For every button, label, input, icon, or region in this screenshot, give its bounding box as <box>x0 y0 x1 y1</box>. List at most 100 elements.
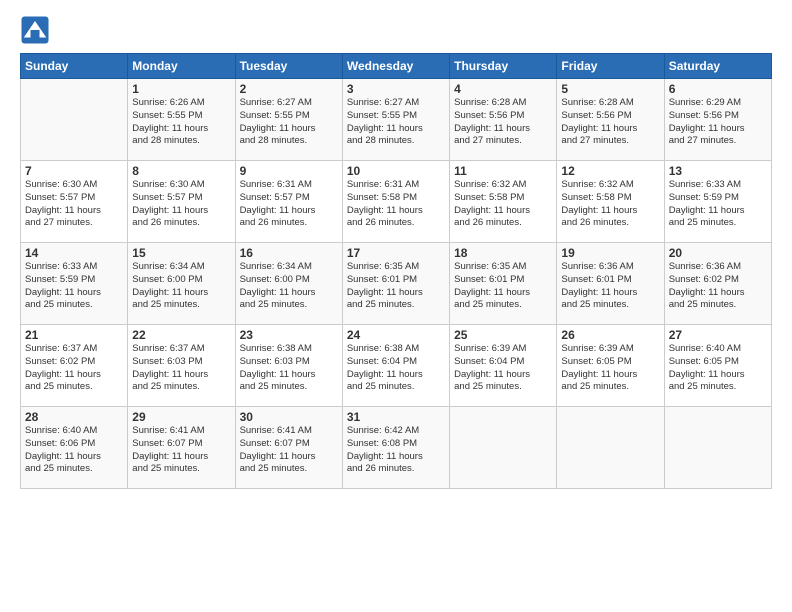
day-info: Sunrise: 6:28 AM Sunset: 5:56 PM Dayligh… <box>561 97 659 148</box>
header-cell-tuesday: Tuesday <box>235 54 342 79</box>
day-number: 30 <box>240 410 338 424</box>
day-info: Sunrise: 6:27 AM Sunset: 5:55 PM Dayligh… <box>347 97 445 148</box>
day-cell: 26Sunrise: 6:39 AM Sunset: 6:05 PM Dayli… <box>557 325 664 407</box>
day-info: Sunrise: 6:38 AM Sunset: 6:03 PM Dayligh… <box>240 343 338 394</box>
day-number: 16 <box>240 246 338 260</box>
day-cell: 11Sunrise: 6:32 AM Sunset: 5:58 PM Dayli… <box>450 161 557 243</box>
day-info: Sunrise: 6:34 AM Sunset: 6:00 PM Dayligh… <box>132 261 230 312</box>
header-cell-thursday: Thursday <box>450 54 557 79</box>
day-cell: 1Sunrise: 6:26 AM Sunset: 5:55 PM Daylig… <box>128 79 235 161</box>
day-info: Sunrise: 6:40 AM Sunset: 6:06 PM Dayligh… <box>25 425 123 476</box>
day-cell: 22Sunrise: 6:37 AM Sunset: 6:03 PM Dayli… <box>128 325 235 407</box>
header-cell-sunday: Sunday <box>21 54 128 79</box>
day-cell: 12Sunrise: 6:32 AM Sunset: 5:58 PM Dayli… <box>557 161 664 243</box>
day-info: Sunrise: 6:35 AM Sunset: 6:01 PM Dayligh… <box>347 261 445 312</box>
day-cell: 2Sunrise: 6:27 AM Sunset: 5:55 PM Daylig… <box>235 79 342 161</box>
week-row-0: 1Sunrise: 6:26 AM Sunset: 5:55 PM Daylig… <box>21 79 772 161</box>
day-cell: 25Sunrise: 6:39 AM Sunset: 6:04 PM Dayli… <box>450 325 557 407</box>
day-cell: 28Sunrise: 6:40 AM Sunset: 6:06 PM Dayli… <box>21 407 128 489</box>
day-number: 28 <box>25 410 123 424</box>
day-number: 2 <box>240 82 338 96</box>
day-info: Sunrise: 6:37 AM Sunset: 6:02 PM Dayligh… <box>25 343 123 394</box>
day-cell: 27Sunrise: 6:40 AM Sunset: 6:05 PM Dayli… <box>664 325 771 407</box>
day-number: 4 <box>454 82 552 96</box>
day-cell: 23Sunrise: 6:38 AM Sunset: 6:03 PM Dayli… <box>235 325 342 407</box>
day-cell: 31Sunrise: 6:42 AM Sunset: 6:08 PM Dayli… <box>342 407 449 489</box>
week-row-3: 21Sunrise: 6:37 AM Sunset: 6:02 PM Dayli… <box>21 325 772 407</box>
day-info: Sunrise: 6:27 AM Sunset: 5:55 PM Dayligh… <box>240 97 338 148</box>
day-number: 13 <box>669 164 767 178</box>
day-number: 1 <box>132 82 230 96</box>
day-info: Sunrise: 6:41 AM Sunset: 6:07 PM Dayligh… <box>240 425 338 476</box>
day-info: Sunrise: 6:39 AM Sunset: 6:05 PM Dayligh… <box>561 343 659 394</box>
day-info: Sunrise: 6:29 AM Sunset: 5:56 PM Dayligh… <box>669 97 767 148</box>
day-cell <box>664 407 771 489</box>
day-number: 24 <box>347 328 445 342</box>
logo <box>20 15 54 45</box>
day-number: 18 <box>454 246 552 260</box>
day-cell: 5Sunrise: 6:28 AM Sunset: 5:56 PM Daylig… <box>557 79 664 161</box>
day-info: Sunrise: 6:32 AM Sunset: 5:58 PM Dayligh… <box>561 179 659 230</box>
day-cell: 24Sunrise: 6:38 AM Sunset: 6:04 PM Dayli… <box>342 325 449 407</box>
day-number: 31 <box>347 410 445 424</box>
day-info: Sunrise: 6:33 AM Sunset: 5:59 PM Dayligh… <box>25 261 123 312</box>
day-number: 15 <box>132 246 230 260</box>
day-number: 14 <box>25 246 123 260</box>
day-info: Sunrise: 6:39 AM Sunset: 6:04 PM Dayligh… <box>454 343 552 394</box>
header-cell-wednesday: Wednesday <box>342 54 449 79</box>
day-number: 6 <box>669 82 767 96</box>
day-number: 23 <box>240 328 338 342</box>
day-number: 21 <box>25 328 123 342</box>
day-info: Sunrise: 6:36 AM Sunset: 6:01 PM Dayligh… <box>561 261 659 312</box>
week-row-1: 7Sunrise: 6:30 AM Sunset: 5:57 PM Daylig… <box>21 161 772 243</box>
day-cell: 4Sunrise: 6:28 AM Sunset: 5:56 PM Daylig… <box>450 79 557 161</box>
logo-icon <box>20 15 50 45</box>
header-cell-monday: Monday <box>128 54 235 79</box>
header-cell-saturday: Saturday <box>664 54 771 79</box>
day-info: Sunrise: 6:41 AM Sunset: 6:07 PM Dayligh… <box>132 425 230 476</box>
header <box>20 15 772 45</box>
day-cell: 3Sunrise: 6:27 AM Sunset: 5:55 PM Daylig… <box>342 79 449 161</box>
day-cell: 16Sunrise: 6:34 AM Sunset: 6:00 PM Dayli… <box>235 243 342 325</box>
day-cell: 18Sunrise: 6:35 AM Sunset: 6:01 PM Dayli… <box>450 243 557 325</box>
day-cell: 9Sunrise: 6:31 AM Sunset: 5:57 PM Daylig… <box>235 161 342 243</box>
day-info: Sunrise: 6:30 AM Sunset: 5:57 PM Dayligh… <box>132 179 230 230</box>
calendar-header: SundayMondayTuesdayWednesdayThursdayFrid… <box>21 54 772 79</box>
day-info: Sunrise: 6:38 AM Sunset: 6:04 PM Dayligh… <box>347 343 445 394</box>
day-cell: 30Sunrise: 6:41 AM Sunset: 6:07 PM Dayli… <box>235 407 342 489</box>
header-row: SundayMondayTuesdayWednesdayThursdayFrid… <box>21 54 772 79</box>
header-cell-friday: Friday <box>557 54 664 79</box>
calendar-body: 1Sunrise: 6:26 AM Sunset: 5:55 PM Daylig… <box>21 79 772 489</box>
day-info: Sunrise: 6:36 AM Sunset: 6:02 PM Dayligh… <box>669 261 767 312</box>
day-cell: 29Sunrise: 6:41 AM Sunset: 6:07 PM Dayli… <box>128 407 235 489</box>
day-number: 9 <box>240 164 338 178</box>
day-number: 26 <box>561 328 659 342</box>
day-info: Sunrise: 6:35 AM Sunset: 6:01 PM Dayligh… <box>454 261 552 312</box>
day-number: 8 <box>132 164 230 178</box>
day-number: 25 <box>454 328 552 342</box>
day-cell: 6Sunrise: 6:29 AM Sunset: 5:56 PM Daylig… <box>664 79 771 161</box>
day-number: 17 <box>347 246 445 260</box>
day-info: Sunrise: 6:42 AM Sunset: 6:08 PM Dayligh… <box>347 425 445 476</box>
day-info: Sunrise: 6:31 AM Sunset: 5:58 PM Dayligh… <box>347 179 445 230</box>
day-number: 5 <box>561 82 659 96</box>
week-row-4: 28Sunrise: 6:40 AM Sunset: 6:06 PM Dayli… <box>21 407 772 489</box>
day-cell: 19Sunrise: 6:36 AM Sunset: 6:01 PM Dayli… <box>557 243 664 325</box>
day-number: 22 <box>132 328 230 342</box>
day-number: 7 <box>25 164 123 178</box>
page: SundayMondayTuesdayWednesdayThursdayFrid… <box>0 0 792 612</box>
day-number: 27 <box>669 328 767 342</box>
day-cell: 7Sunrise: 6:30 AM Sunset: 5:57 PM Daylig… <box>21 161 128 243</box>
day-cell <box>450 407 557 489</box>
day-info: Sunrise: 6:26 AM Sunset: 5:55 PM Dayligh… <box>132 97 230 148</box>
day-cell: 21Sunrise: 6:37 AM Sunset: 6:02 PM Dayli… <box>21 325 128 407</box>
day-cell: 15Sunrise: 6:34 AM Sunset: 6:00 PM Dayli… <box>128 243 235 325</box>
day-number: 3 <box>347 82 445 96</box>
calendar-table: SundayMondayTuesdayWednesdayThursdayFrid… <box>20 53 772 489</box>
day-info: Sunrise: 6:40 AM Sunset: 6:05 PM Dayligh… <box>669 343 767 394</box>
day-info: Sunrise: 6:37 AM Sunset: 6:03 PM Dayligh… <box>132 343 230 394</box>
day-cell: 13Sunrise: 6:33 AM Sunset: 5:59 PM Dayli… <box>664 161 771 243</box>
day-info: Sunrise: 6:33 AM Sunset: 5:59 PM Dayligh… <box>669 179 767 230</box>
day-info: Sunrise: 6:30 AM Sunset: 5:57 PM Dayligh… <box>25 179 123 230</box>
day-number: 20 <box>669 246 767 260</box>
